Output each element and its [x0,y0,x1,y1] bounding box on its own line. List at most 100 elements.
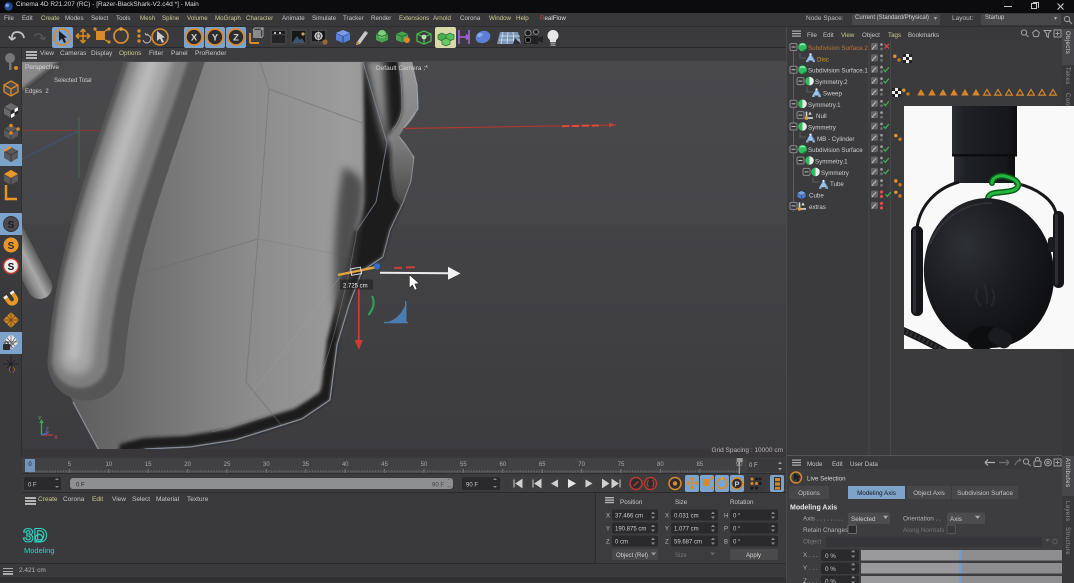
svg-text:X . . .: X . . . [803,552,818,559]
svg-text:Tags: Tags [888,32,901,39]
svg-text:45: 45 [381,462,388,468]
svg-text:Z . . .: Z . . . [803,578,818,583]
svg-text:MB - Cylinder: MB - Cylinder [817,136,854,143]
svg-text:1.077 cm: 1.077 cm [674,527,699,533]
svg-text:Modeling: Modeling [24,546,54,555]
svg-text:Tube: Tube [830,181,844,188]
svg-text:0 F: 0 F [76,483,85,489]
svg-text:P: P [734,480,739,489]
svg-text:70: 70 [578,462,585,468]
svg-text:Subdivision Surface.1: Subdivision Surface.1 [808,68,868,75]
svg-text:Along Normals: Along Normals [903,527,944,534]
svg-text:75: 75 [618,462,625,468]
svg-text:S: S [8,262,15,273]
svg-text:0 F: 0 F [28,483,37,489]
svg-text:Subdivision Surface: Subdivision Surface [808,147,863,154]
svg-text:Axis: Axis [950,516,962,523]
svg-text:Size: Size [675,499,688,506]
svg-text:0 °: 0 ° [733,540,741,546]
svg-text:15: 15 [145,462,152,468]
svg-text:P: P [724,527,728,533]
svg-text:Symmetry.2: Symmetry.2 [815,79,848,86]
svg-text:Object (Rel): Object (Rel) [616,553,648,559]
svg-text:Null: Null [816,113,827,120]
svg-text:Edit: Edit [832,461,843,468]
svg-text:85: 85 [696,462,703,468]
svg-text:Rotation: Rotation [730,499,754,506]
svg-text:60: 60 [499,462,506,468]
svg-text:H: H [724,514,728,520]
svg-text:X: X [665,514,669,520]
svg-text:View: View [841,32,855,39]
svg-text:Y . . .: Y . . . [803,565,818,572]
svg-text:40: 40 [342,462,349,468]
svg-text:Modeling Axis: Modeling Axis [857,490,896,497]
svg-text:Z: Z [665,540,669,546]
svg-text:Subdivision Surface.2: Subdivision Surface.2 [808,45,868,52]
svg-text:Y: Y [606,527,610,533]
svg-text:59.687 cm: 59.687 cm [674,540,702,546]
svg-text:10: 10 [105,462,112,468]
svg-text:Disc: Disc [817,56,829,63]
svg-text:Object: Object [803,539,821,546]
svg-text:extras: extras [809,204,826,211]
svg-text:35: 35 [302,462,309,468]
svg-text:X: X [191,33,198,44]
svg-text:Subdivision Surface: Subdivision Surface [957,490,1013,497]
svg-text:30: 30 [263,462,270,468]
svg-text:Apply: Apply [746,553,761,559]
svg-text:0.031 cm: 0.031 cm [674,514,699,520]
svg-text:55: 55 [460,462,467,468]
svg-text:190.875 cm: 190.875 cm [615,527,646,533]
svg-text:0 %: 0 % [825,566,836,573]
svg-text:Cube: Cube [809,193,824,200]
svg-text:S: S [8,241,15,252]
svg-text:Bookmarks: Bookmarks [908,32,939,39]
svg-text:5: 5 [68,462,72,468]
svg-text:90 F: 90 F [466,483,478,489]
svg-text:( ): ( ) [9,366,15,373]
svg-text:Y: Y [212,33,219,44]
svg-text:X: X [54,435,58,441]
svg-text:0 F: 0 F [749,463,758,469]
svg-text:90 F: 90 F [432,483,444,489]
svg-text:Live Selection: Live Selection [807,476,846,483]
svg-text:2.725 cm: 2.725 cm [343,284,368,290]
svg-text:Options: Options [798,490,820,497]
svg-text:Mode: Mode [807,461,823,468]
svg-text:Z: Z [233,33,239,44]
svg-text:User Data: User Data [850,461,878,468]
svg-text:0 °: 0 ° [733,514,741,520]
svg-text:Symmetry.1: Symmetry.1 [808,102,841,109]
svg-text:0 °: 0 ° [733,527,741,533]
svg-text:0 %: 0 % [825,553,836,560]
svg-text:65: 65 [539,462,546,468]
svg-text:Object Axis: Object Axis [913,490,945,497]
svg-text:Sweep: Sweep [823,90,842,97]
svg-text:Orientation . .: Orientation . . [903,516,941,523]
svg-text:Edit: Edit [823,32,834,39]
svg-text:Axis . . . . . . . .: Axis . . . . . . . . [803,516,843,523]
svg-text:Z: Z [606,540,610,546]
svg-text:20: 20 [184,462,191,468]
svg-text:80: 80 [657,462,664,468]
svg-text:B: B [724,540,728,546]
svg-text:Retain Changes: Retain Changes [803,527,848,534]
svg-text:Y: Y [665,527,669,533]
svg-text:Selected: Selected [851,516,876,523]
svg-text:File: File [807,32,818,39]
svg-text:S: S [8,220,15,231]
svg-text:Symmetry: Symmetry [808,124,837,131]
svg-text:Position: Position [620,499,643,506]
svg-text:Y: Y [38,416,42,422]
svg-text:0 %: 0 % [825,579,836,583]
svg-text:Symmetry: Symmetry [821,170,850,177]
svg-text:37.466 cm: 37.466 cm [615,514,643,520]
svg-text:25: 25 [224,462,231,468]
svg-text:Size: Size [675,553,687,559]
svg-text:Modeling Axis: Modeling Axis [790,505,837,512]
svg-text:Symmetry.1: Symmetry.1 [815,159,848,166]
svg-text:Object: Object [862,32,880,39]
svg-text:0 cm: 0 cm [615,540,628,546]
svg-text:50: 50 [421,462,428,468]
